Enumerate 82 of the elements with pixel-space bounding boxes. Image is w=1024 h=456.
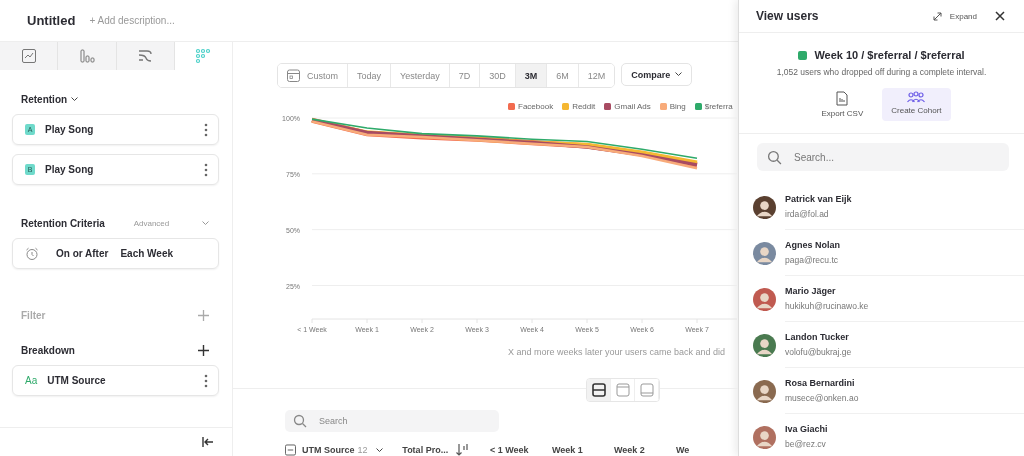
breakdown-property: UTM Source: [47, 375, 106, 386]
user-email: be@rez.cv: [785, 439, 827, 449]
column-header[interactable]: < 1 Week: [489, 445, 552, 455]
layout-icon: [591, 382, 606, 397]
avatar: [753, 195, 776, 219]
user-search-field[interactable]: Search...: [757, 143, 1009, 171]
column-header[interactable]: UTM Source: [301, 445, 355, 455]
more-icon[interactable]: [204, 162, 208, 177]
user-name[interactable]: Landon Tucker: [785, 332, 1024, 342]
flow-chart-icon: [137, 48, 154, 64]
cohort-title: Week 10 / $referral / $referral: [814, 49, 965, 61]
search-icon: [767, 150, 782, 165]
retention-dropdown[interactable]: Retention: [21, 94, 68, 105]
people-group-icon: [907, 91, 926, 103]
chevron-down-icon[interactable]: [71, 97, 79, 102]
legend-label: Reddit: [572, 102, 596, 112]
user-name[interactable]: Iva Giachi: [785, 424, 1024, 434]
user-email: irda@fol.ad: [785, 209, 830, 219]
criteria-card[interactable]: On or After Each Week: [12, 238, 219, 269]
avatar: [753, 425, 776, 449]
section-title: Filter: [21, 310, 46, 321]
search-icon: [293, 414, 307, 428]
user-email: paga@recu.tc: [785, 255, 840, 265]
section-title: Breakdown: [21, 345, 75, 356]
event-name: Play Song: [45, 164, 94, 175]
layout-icon: [615, 382, 630, 397]
file-export-icon: [835, 91, 850, 106]
user-email: volofu@bukraj.ge: [785, 347, 853, 357]
user-email: musece@onken.ao: [785, 393, 860, 403]
line-chart-icon: [20, 48, 37, 64]
column-count: 12: [357, 445, 368, 455]
calendar-icon: [287, 69, 300, 82]
user-name[interactable]: Agnes Nolan: [785, 240, 1024, 250]
user-email: hukikuh@rucinawo.ke: [785, 301, 870, 311]
retention-grid-icon: [195, 48, 212, 64]
expand-button[interactable]: Expand: [932, 11, 977, 21]
column-header[interactable]: We: [675, 445, 738, 455]
create-cohort-button[interactable]: Create Cohort: [882, 88, 951, 121]
date-range-tab[interactable]: 3M: [515, 64, 548, 87]
breakdown-card[interactable]: Aa UTM Source: [12, 365, 219, 396]
legend-label: Bing: [669, 102, 686, 112]
drawer-title: View users: [756, 9, 820, 23]
expand-icon: [932, 11, 942, 21]
avatar: [753, 241, 776, 265]
add-breakdown-icon[interactable]: [198, 345, 209, 356]
text-property-label: Aa: [25, 375, 38, 386]
column-header[interactable]: Week 1: [551, 445, 614, 455]
compare-dropdown[interactable]: Compare: [621, 63, 693, 86]
avatar: [753, 333, 776, 357]
more-icon[interactable]: [204, 373, 208, 388]
collapse-panel-icon[interactable]: [202, 437, 214, 447]
cohort-summary: 1,052 users who dropped off during a complete interval.: [776, 67, 987, 77]
section-title: Retention Criteria: [21, 218, 105, 229]
bar-chart-icon: [78, 48, 95, 64]
legend-label: $referra: [704, 102, 733, 112]
report-title[interactable]: Untitled: [27, 13, 76, 28]
sort-icon[interactable]: [456, 444, 469, 456]
line-series: [311, 118, 698, 159]
chevron-down-icon[interactable]: [376, 447, 384, 453]
legend-label: Gmail Ads: [614, 102, 651, 112]
user-name[interactable]: Rosa Bernardini: [785, 378, 1024, 388]
chevron-down-icon: [675, 72, 683, 77]
criteria-condition: On or After: [56, 248, 109, 259]
criteria-interval: Each Week: [120, 248, 174, 259]
collapse-rows-icon[interactable]: [285, 444, 296, 456]
user-name[interactable]: Mario Jäger: [785, 286, 1024, 296]
date-range-tab[interactable]: Custom: [278, 64, 348, 87]
more-icon[interactable]: [204, 122, 208, 137]
chart-caption: X and more weeks later your users came back and did: [507, 346, 727, 357]
user-name[interactable]: Patrick van Eijk: [785, 194, 1024, 204]
cohort-color-square: [798, 50, 808, 60]
alarm-clock-icon: [25, 246, 39, 261]
split-layout-button[interactable]: [587, 378, 611, 401]
table-search-field[interactable]: Search: [285, 410, 499, 432]
legend-label: Facebook: [518, 102, 554, 112]
layout-icon: [639, 382, 654, 397]
avatar: [753, 287, 776, 311]
column-header[interactable]: Total Pro...: [402, 445, 449, 455]
close-icon[interactable]: [995, 11, 1005, 21]
event-name: Play Song: [45, 124, 94, 135]
column-header[interactable]: Week 2: [613, 445, 676, 455]
avatar: [753, 379, 776, 403]
